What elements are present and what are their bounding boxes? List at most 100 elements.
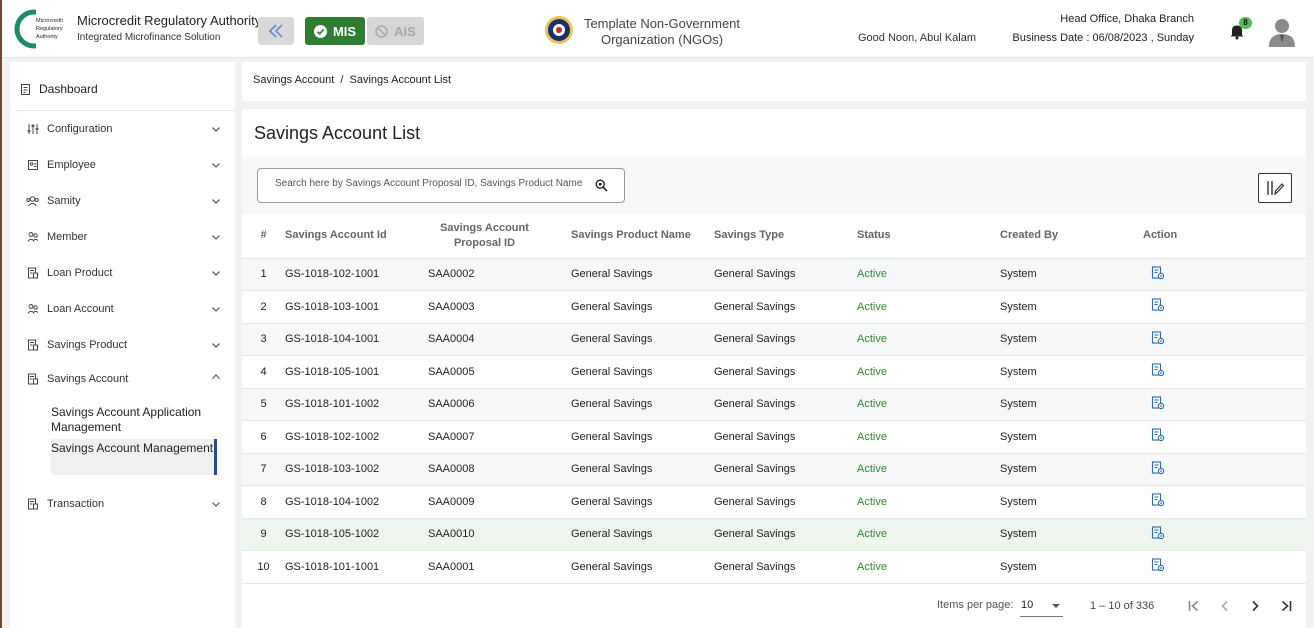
search-icon[interactable]	[595, 179, 608, 192]
table-row[interactable]: 4 GS-1018-105-1001 SAA0005 General Savings G…	[242, 355, 1306, 389]
sliders-icon	[26, 123, 39, 136]
table-row[interactable]: 2 GS-1018-103-1001 SAA0003 General Savings G…	[242, 290, 1306, 324]
page-range: 1 – 10 of 336	[1090, 600, 1155, 612]
disabled-circle-icon	[375, 24, 388, 38]
table-row[interactable]: 9 GS-1018-105-1002 SAA0010 General Savings G…	[242, 518, 1306, 551]
breadcrumb-parent[interactable]: Savings Account	[253, 74, 334, 86]
table-row[interactable]: 1 GS-1018-102-1001 SAA0002 General Savings G…	[242, 258, 1306, 291]
col-header-product-name[interactable]: Savings Product Name	[571, 214, 714, 259]
view-details-icon[interactable]	[1151, 526, 1165, 540]
view-details-icon[interactable]	[1151, 461, 1165, 475]
items-per-page-label: Items per page:	[937, 599, 1014, 611]
search-box	[257, 168, 625, 203]
collapse-sidebar-button[interactable]	[258, 17, 294, 45]
table-row[interactable]: 5 GS-1018-101-1002 SAA0006 General Savings G…	[242, 388, 1306, 421]
col-header-created-by[interactable]: Created By	[1000, 214, 1143, 259]
view-details-icon[interactable]	[1151, 396, 1165, 410]
view-details-icon[interactable]	[1151, 363, 1165, 377]
sidebar-item-transaction[interactable]: Transaction	[26, 492, 226, 516]
status-text: Active	[857, 518, 1000, 551]
sidebar-item-label: Configuration	[47, 123, 113, 135]
view-details-icon[interactable]	[1151, 266, 1165, 280]
proposal-id: SAA0009	[428, 485, 571, 519]
sidebar-item-configuration[interactable]: Configuration	[26, 117, 226, 141]
breadcrumb-separator: /	[340, 74, 344, 86]
view-details-icon[interactable]	[1151, 298, 1165, 312]
product-name: General Savings	[571, 485, 714, 519]
col-header-index[interactable]: #	[242, 214, 285, 259]
mis-mode-button[interactable]: MIS	[305, 17, 365, 45]
created-by: System	[1000, 420, 1143, 454]
search-input[interactable]	[275, 178, 595, 189]
mis-label: MIS	[332, 23, 357, 39]
proposal-id: SAA0006	[428, 388, 571, 421]
savings-account-id: GS-1018-104-1001	[285, 323, 428, 356]
created-by: System	[1000, 323, 1143, 356]
sidebar-item-dashboard[interactable]: Dashboard	[20, 82, 98, 96]
savings-account-id: GS-1018-101-1002	[285, 388, 428, 421]
sidebar-subitem-savings-application[interactable]: Savings Account Application Management	[51, 405, 217, 435]
status-text: Active	[857, 323, 1000, 356]
chevron-down-icon	[212, 271, 220, 276]
branch-name: Head Office, Dhaka Branch	[1060, 13, 1194, 25]
sidebar-item-samity[interactable]: Samity	[26, 189, 226, 213]
sidebar-item-savings-product[interactable]: Savings Product	[26, 333, 226, 357]
proposal-id: SAA0008	[428, 453, 571, 486]
table-row[interactable]: 6 GS-1018-102-1002 SAA0007 General Savings G…	[242, 420, 1306, 454]
view-details-icon[interactable]	[1151, 558, 1165, 572]
savings-account-id: GS-1018-105-1001	[285, 355, 428, 389]
col-header-proposal-id[interactable]: Savings Account Proposal ID	[428, 214, 571, 259]
product-name: General Savings	[571, 290, 714, 324]
savings-type: General Savings	[714, 388, 857, 421]
product-name: General Savings	[571, 388, 714, 421]
first-page-button[interactable]	[1185, 597, 1203, 615]
sidebar: Dashboard Configuration Employee Samity …	[10, 62, 235, 628]
last-page-button[interactable]	[1277, 597, 1295, 615]
next-page-button[interactable]	[1246, 597, 1264, 615]
product-name: General Savings	[571, 420, 714, 454]
view-details-icon[interactable]	[1151, 331, 1165, 345]
column-settings-button[interactable]	[1258, 173, 1292, 203]
ais-mode-button[interactable]: AIS	[367, 17, 424, 45]
created-by: System	[1000, 258, 1143, 291]
table-row[interactable]: 10 GS-1018-101-1001 SAA0001 General Savings…	[242, 550, 1306, 584]
dashboard-label: Dashboard	[39, 82, 98, 96]
chevron-down-icon	[212, 502, 220, 507]
sidebar-item-member[interactable]: Member	[26, 225, 226, 249]
product-name: General Savings	[571, 258, 714, 291]
items-per-page-value: 10	[1021, 599, 1034, 611]
savings-account-id: GS-1018-103-1002	[285, 453, 428, 486]
col-header-account-id[interactable]: Savings Account Id	[285, 214, 428, 259]
mra-logo[interactable]: Microcredit Regulatory Authority	[14, 9, 72, 49]
items-per-page-select[interactable]: 10	[1020, 597, 1063, 617]
sidebar-item-employee[interactable]: Employee	[26, 153, 226, 177]
window-edge	[0, 0, 2, 628]
view-details-icon[interactable]	[1151, 428, 1165, 442]
table-row[interactable]: 7 GS-1018-103-1002 SAA0008 General Savings G…	[242, 453, 1306, 486]
sidebar-item-savings-account[interactable]: Savings Account	[26, 367, 226, 391]
savings-account-table: # Savings Account Id Savings Account Pro…	[242, 214, 1306, 584]
table-row[interactable]: 8 GS-1018-104-1002 SAA0009 General Savings G…	[242, 485, 1306, 519]
previous-page-button[interactable]	[1216, 597, 1234, 615]
ais-label: AIS	[394, 23, 416, 39]
sidebar-item-label: Loan Account	[47, 303, 114, 315]
action-cell	[1143, 323, 1306, 356]
status-text: Active	[857, 290, 1000, 324]
organization-name: Template Non-Government Organization (NG…	[583, 16, 741, 47]
col-header-status[interactable]: Status	[857, 214, 1000, 259]
table-row[interactable]: 3 GS-1018-104-1001 SAA0004 General Savings G…	[242, 323, 1306, 356]
chevron-down-icon	[212, 127, 220, 132]
sidebar-item-loan-product[interactable]: Loan Product	[26, 261, 226, 285]
product-name: General Savings	[571, 453, 714, 486]
table-header-row: # Savings Account Id Savings Account Pro…	[242, 214, 1306, 259]
created-by: System	[1000, 355, 1143, 389]
col-header-savings-type[interactable]: Savings Type	[714, 214, 857, 259]
user-avatar[interactable]	[1268, 17, 1296, 47]
view-details-icon[interactable]	[1151, 493, 1165, 507]
created-by: System	[1000, 518, 1143, 551]
sidebar-item-loan-account[interactable]: Loan Account	[26, 297, 226, 321]
document-icon	[26, 339, 39, 352]
sidebar-subitem-savings-account-management[interactable]: Savings Account Management	[51, 439, 217, 475]
row-index: 6	[242, 420, 285, 454]
chevron-left-icon	[1221, 600, 1228, 612]
